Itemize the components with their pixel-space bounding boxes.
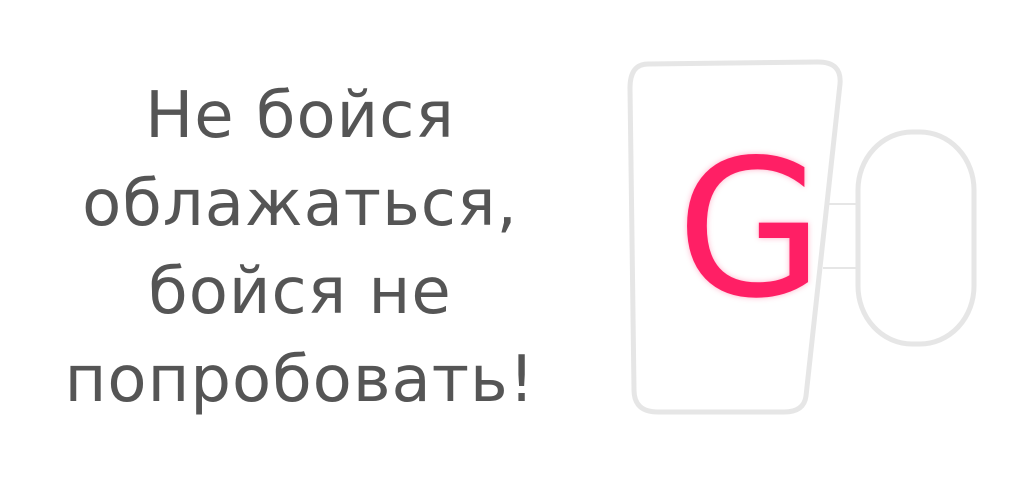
slogan-line-4: попробовать! — [64, 343, 536, 417]
slogan-line-3: бойся не — [148, 255, 452, 329]
slogan-text: Не бойся облажаться, бойся не попробоват… — [20, 72, 580, 424]
slogan-line-1: Не бойся — [145, 79, 455, 153]
slogan-line-2: облажаться, — [82, 167, 518, 241]
glass-cup-with-handle-icon: G — [620, 50, 990, 420]
cup-handle — [855, 129, 977, 347]
logo-letter: G — [676, 119, 824, 340]
